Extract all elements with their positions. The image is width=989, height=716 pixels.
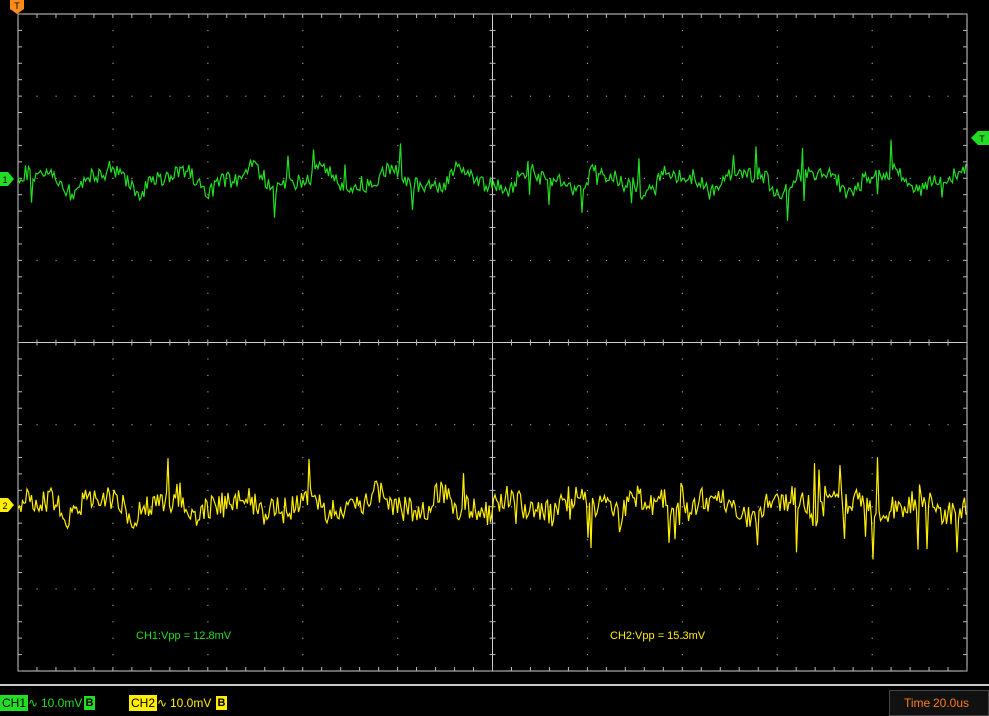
timebase-value[interactable]: 20.0us	[933, 695, 969, 711]
scope-screen[interactable]: T T 1 2	[0, 0, 989, 716]
timebase-label: Time	[904, 696, 931, 710]
ac-coupling-icon: ∿	[157, 696, 168, 710]
ch2-volts-per-div[interactable]: 10.0mV	[170, 695, 211, 711]
ch1-status-badge[interactable]: CH1	[0, 695, 29, 711]
ch2-vpp-measurement: CH2:Vpp = 15.3mV	[610, 630, 706, 642]
svg-text:2: 2	[2, 501, 7, 511]
ch2-status-badge[interactable]: CH2	[129, 695, 158, 711]
ch1-bandwidth-limit-badge: B	[84, 696, 95, 710]
svg-text:T: T	[14, 1, 20, 11]
svg-text:T: T	[979, 134, 985, 144]
ch1-volts-per-div[interactable]: 10.0mV	[41, 695, 82, 711]
svg-text:1: 1	[2, 175, 7, 185]
ch2-bandwidth-limit-badge: B	[216, 696, 227, 710]
ac-coupling-icon: ∿	[28, 696, 39, 710]
ch1-vpp-measurement: CH1:Vpp = 12.8mV	[136, 630, 232, 642]
